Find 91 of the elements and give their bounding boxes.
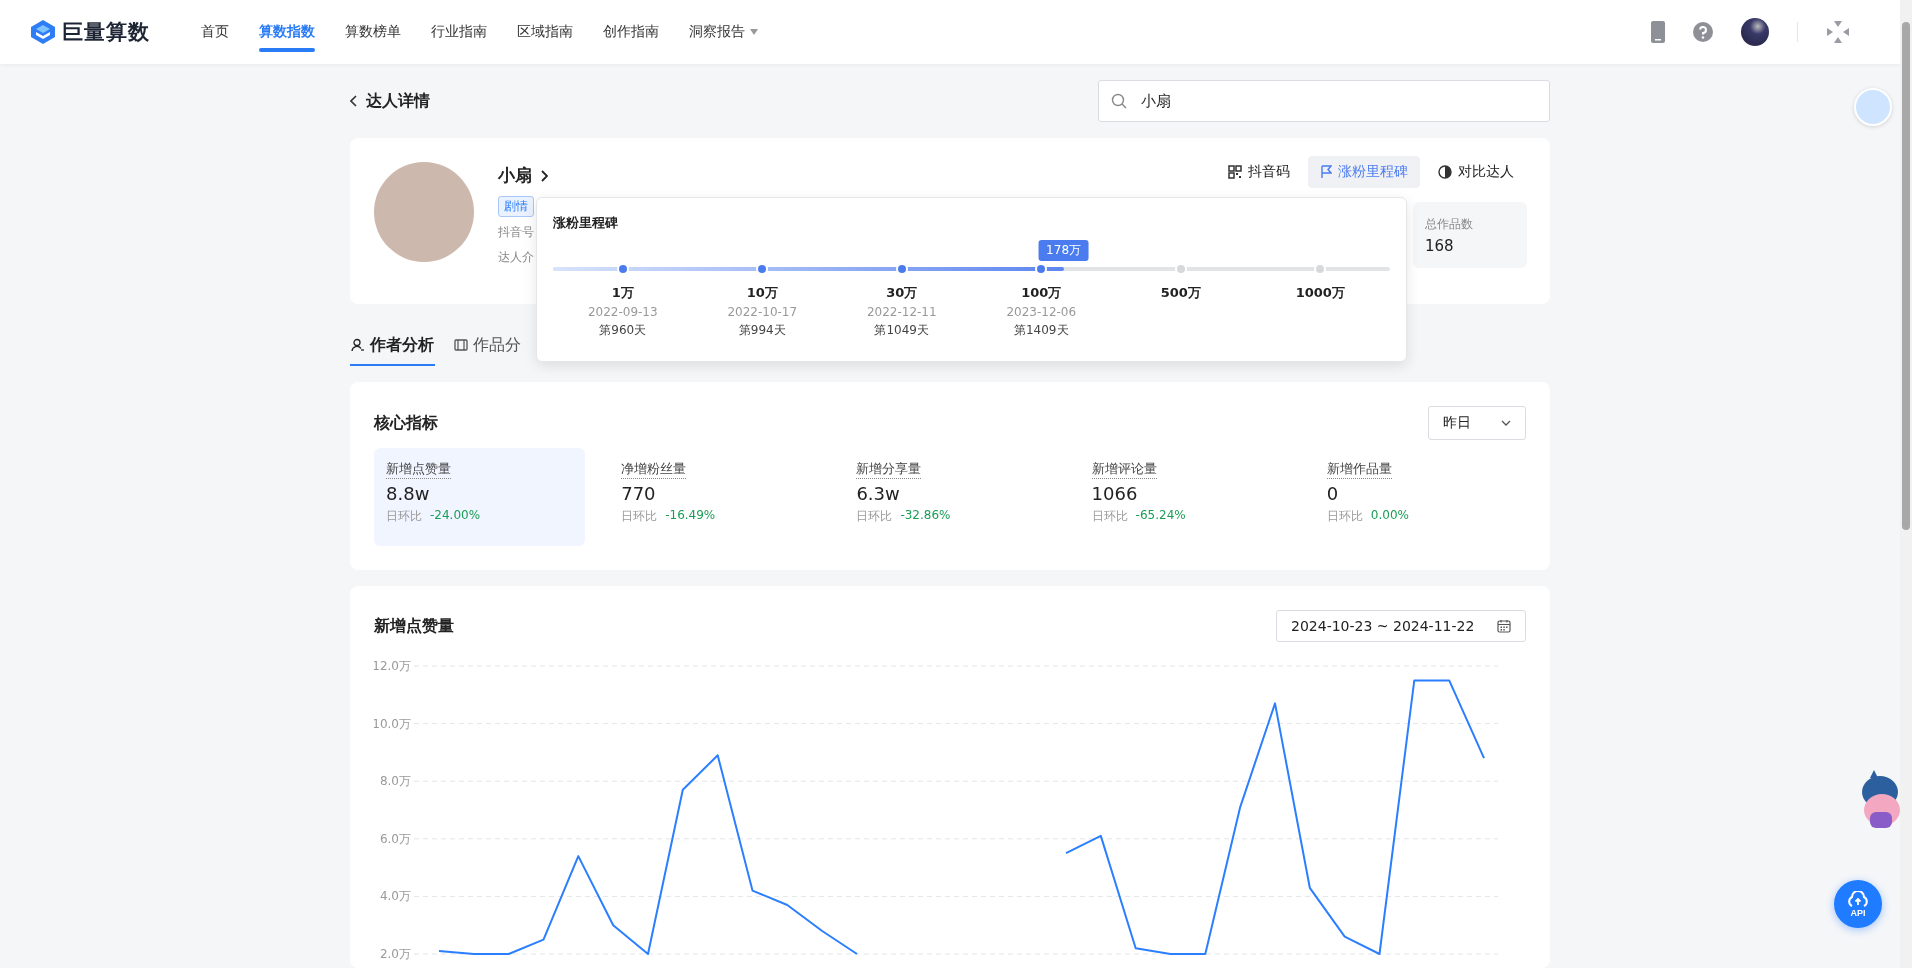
milestone-label: 100万 <box>1021 284 1062 302</box>
axis-label: 8.0万 <box>379 774 411 789</box>
date-range-field[interactable]: 2024-10-23 ~ 2024-11-22 <box>1276 610 1526 642</box>
compare-label: 日环比 <box>386 508 422 525</box>
chart-title: 新增点赞量 <box>374 615 454 637</box>
metric-label: 净增粉丝量 <box>621 460 687 479</box>
category-tag: 剧情 <box>498 196 534 217</box>
milestone-label: 30万 <box>886 284 918 302</box>
handle-label: 抖音号 <box>498 224 534 241</box>
stat-value: 168 <box>1425 236 1455 255</box>
brand-name[interactable]: 巨量算数 <box>62 18 150 46</box>
nav-link[interactable]: 首页 <box>186 0 244 64</box>
milestone-date: 2022-09-13 <box>587 305 658 319</box>
user-avatar[interactable] <box>1741 18 1769 46</box>
nav-link[interactable]: 行业指南 <box>416 0 502 64</box>
calendar-icon <box>1497 619 1511 633</box>
popover-title: 涨粉里程碑 <box>553 214 619 232</box>
nav-link[interactable]: 创作指南 <box>588 0 674 64</box>
change-value: -24.00% <box>430 508 481 524</box>
period-dropdown[interactable]: 昨日 <box>1428 406 1526 440</box>
app-logo-icon[interactable] <box>1826 20 1850 44</box>
compare-label: 日环比 <box>1091 508 1128 525</box>
nav-link[interactable]: 洞察报告 <box>674 0 774 64</box>
metric-tile[interactable]: 新增点赞量 8.8w 日环比 -24.00% <box>374 448 586 546</box>
metric-value: 6.3w <box>856 483 901 504</box>
profile-name-link[interactable]: 小扇 <box>498 164 548 187</box>
chevron-right-icon <box>540 169 548 182</box>
metric-value: 0 <box>1326 483 1340 504</box>
nav-link[interactable]: 算数指数 <box>244 0 330 64</box>
compare-label: 日环比 <box>621 508 658 525</box>
axis-label: 2.0万 <box>379 947 411 961</box>
metric-tile[interactable]: 新增作品量 0 日环比 0.00% <box>1314 448 1526 546</box>
phone-icon[interactable] <box>1651 21 1665 43</box>
compare-label: 日环比 <box>856 508 893 525</box>
chevron-down-icon <box>1501 420 1511 426</box>
search-input[interactable]: 小扇 <box>1139 91 1537 111</box>
intro-label: 达人介 <box>498 249 534 266</box>
milestone-day: 第994天 <box>738 322 786 339</box>
change-value: -16.49% <box>665 508 716 524</box>
flag-icon <box>1320 165 1332 179</box>
milestone-label: 1000万 <box>1295 284 1345 302</box>
axis-label: 6.0万 <box>379 831 411 846</box>
metric-label: 新增分享量 <box>856 460 922 479</box>
logo-icon[interactable] <box>30 19 56 45</box>
axis-label: 12.0万 <box>374 659 411 673</box>
milestone-day: 第1409天 <box>1013 322 1069 339</box>
metric-value: 8.8w <box>386 483 431 504</box>
help-icon[interactable] <box>1693 22 1713 42</box>
search-icon <box>1111 93 1127 109</box>
qr-code-icon <box>1228 165 1242 179</box>
half-circle-icon <box>1438 165 1452 179</box>
metric-label: 新增点赞量 <box>386 460 451 479</box>
milestone-label: 1万 <box>611 284 634 302</box>
milestone-date: 2023-12-06 <box>1006 305 1077 319</box>
cloud-upload-icon <box>1846 890 1870 907</box>
change-value: 0.00% <box>1370 508 1409 524</box>
tab[interactable]: 作品分 <box>453 326 522 366</box>
section-title: 核心指标 <box>374 412 438 434</box>
metric-value: 1066 <box>1091 483 1139 504</box>
axis-label: 10.0万 <box>374 716 411 731</box>
person-icon <box>351 338 365 352</box>
change-value: -32.86% <box>900 508 951 524</box>
back-link[interactable]: 达人详情 <box>350 90 430 112</box>
action-button[interactable]: 抖音码 <box>1216 156 1302 188</box>
compare-label: 日环比 <box>1326 508 1363 525</box>
milestone-label: 10万 <box>746 284 778 302</box>
metric-tile[interactable]: 新增评论量 1066 日环比 -65.24% <box>1079 448 1291 546</box>
film-icon <box>454 339 468 351</box>
axis-label: 4.0万 <box>379 889 411 904</box>
metric-label: 新增评论量 <box>1091 460 1157 479</box>
milestone-date: 2022-12-11 <box>866 305 937 319</box>
nav-link[interactable]: 算数榜单 <box>330 0 416 64</box>
scrollbar[interactable] <box>1900 0 1912 968</box>
metric-tile[interactable]: 净增粉丝量 770 日环比 -16.49% <box>609 448 821 546</box>
search-field[interactable]: 小扇 <box>1098 80 1550 122</box>
milestone-date: 2022-10-17 <box>727 305 798 319</box>
metric-tile[interactable]: 新增分享量 6.3w 日环比 -32.86% <box>844 448 1056 546</box>
api-button[interactable]: API <box>1834 880 1882 928</box>
metric-label: 新增作品量 <box>1326 460 1392 479</box>
milestone-day: 第1049天 <box>874 322 929 339</box>
milestone-label: 500万 <box>1160 284 1201 302</box>
action-button[interactable]: 对比达人 <box>1426 156 1526 188</box>
stat-label: 总作品数 <box>1425 215 1474 233</box>
action-button[interactable]: 涨粉里程碑 <box>1308 156 1420 188</box>
metric-value: 770 <box>621 483 657 504</box>
back-icon <box>350 95 358 107</box>
milestone-day: 第960天 <box>599 322 647 339</box>
tab[interactable]: 作者分析 <box>350 326 435 366</box>
nav-link[interactable]: 区域指南 <box>502 0 588 64</box>
change-value: -65.24% <box>1135 508 1186 524</box>
current-fans-tooltip: 178万 <box>1038 240 1089 261</box>
